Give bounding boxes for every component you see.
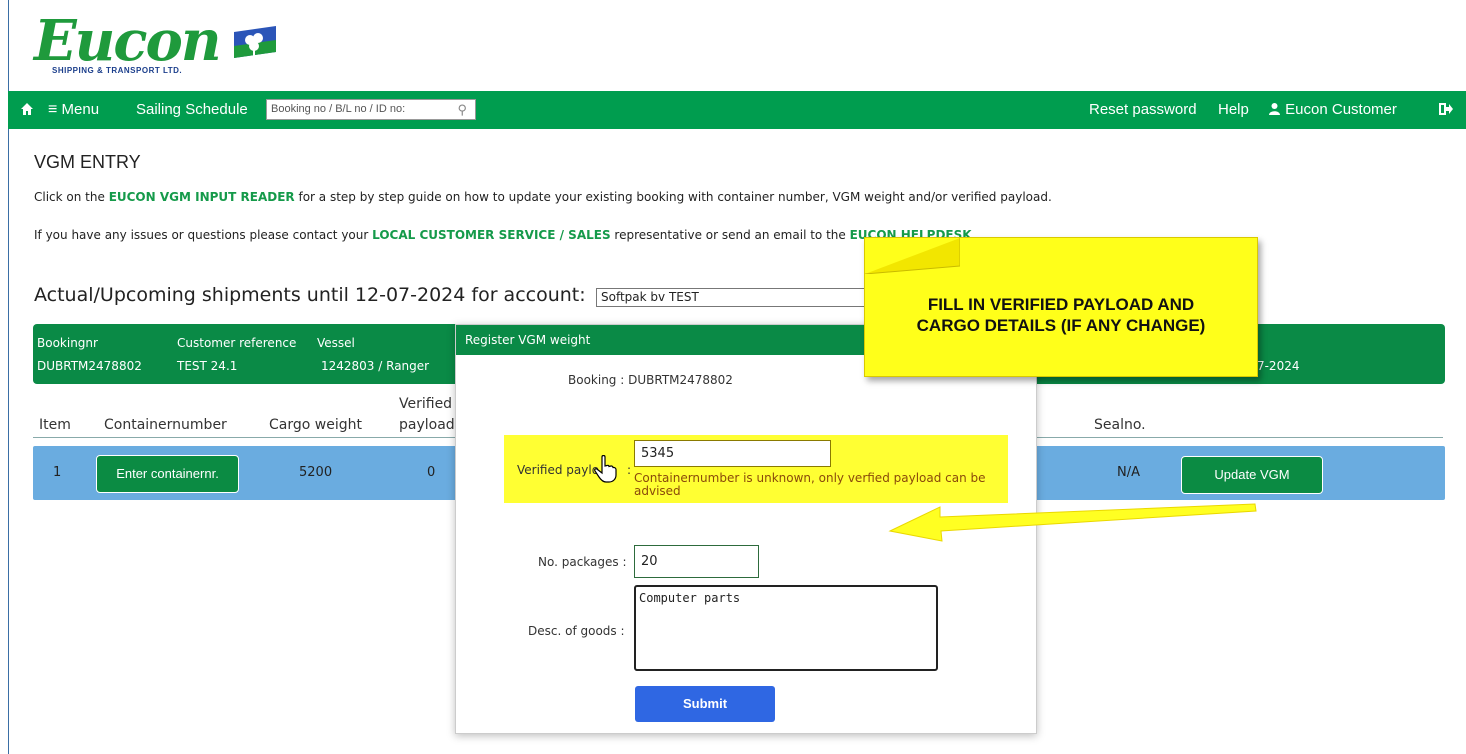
enter-containernr-button[interactable]: Enter containernr.	[96, 455, 239, 493]
shipments-title: Actual/Upcoming shipments until 12-07-20…	[34, 284, 586, 306]
nav-sailing-schedule[interactable]: Sailing Schedule	[136, 91, 248, 129]
row-sealno: N/A	[1117, 465, 1140, 480]
account-select[interactable]: Softpak bv TEST	[596, 288, 866, 307]
intro-text: representative or send an email to the	[610, 228, 850, 242]
booking-number: DUBRTM2478802	[37, 359, 142, 373]
nav-user[interactable]: Eucon Customer	[1268, 91, 1397, 129]
eucon-logo[interactable]: Eucon SHIPPING & TRANSPORT LTD.	[34, 8, 294, 80]
booking-header: Bookingnr	[37, 336, 98, 350]
verified-payload-colon: :	[627, 463, 632, 477]
shamrock-flag-icon	[234, 26, 276, 58]
verified-payload-label: Verified paylo	[517, 463, 600, 477]
col-verified-payload-2: payload	[399, 417, 455, 433]
annotation-line-1: FILL IN VERIFIED PAYLOAD AND	[927, 295, 1195, 314]
col-cargo-weight: Cargo weight	[269, 417, 362, 433]
user-name: Eucon Customer	[1285, 101, 1397, 118]
logo-tagline: SHIPPING & TRANSPORT LTD.	[52, 66, 183, 75]
nav-help[interactable]: Help	[1218, 91, 1249, 129]
intro-line-1: Click on the EUCON VGM INPUT READER for …	[34, 190, 1052, 204]
page-title: VGM ENTRY	[34, 152, 141, 172]
search-icon[interactable]: ⚲	[457, 100, 467, 119]
col-verified-payload-1: Verified	[399, 396, 453, 412]
intro-text: If you have any issues or questions plea…	[34, 228, 373, 242]
nav-reset-password[interactable]: Reset password	[1089, 91, 1197, 129]
packages-input[interactable]: 20	[634, 545, 759, 578]
desc-label: Desc. of goods :	[528, 624, 625, 638]
annotation-arrow	[888, 503, 1257, 542]
verified-payload-input[interactable]: 5345	[634, 440, 831, 467]
desc-of-goods-textarea[interactable]: Computer parts	[634, 585, 938, 671]
annotation-line-2: CARGO DETAILS (IF ANY CHANGE)	[916, 316, 1206, 335]
note-fold	[865, 238, 960, 274]
customer-reference: TEST 24.1	[177, 359, 238, 373]
col-sealno: Sealno.	[1094, 417, 1146, 433]
row-cargo-weight: 5200	[299, 465, 333, 480]
user-icon	[1269, 103, 1280, 115]
intro-text: for a step by step guide on how to updat…	[294, 190, 1052, 204]
annotation-text: FILL IN VERIFIED PAYLOAD AND CARGO DETAI…	[865, 294, 1257, 336]
reference-header: Customer reference	[177, 336, 297, 350]
menu-label: Menu	[61, 101, 100, 118]
home-icon[interactable]	[20, 91, 34, 129]
logout-icon[interactable]	[1439, 91, 1453, 129]
menu-button[interactable]: ≡ Menu	[48, 91, 99, 129]
modal-booking-label: Booking : DUBRTM2478802	[568, 373, 733, 387]
vessel-header: Vessel	[317, 336, 355, 350]
search-input[interactable]: Booking no / B/L no / ID no: ⚲	[266, 99, 476, 120]
logo-wordmark: Eucon	[34, 8, 222, 74]
col-containernumber: Containernumber	[104, 417, 227, 433]
update-vgm-button[interactable]: Update VGM	[1181, 456, 1323, 494]
annotation-note: FILL IN VERIFIED PAYLOAD AND CARGO DETAI…	[864, 237, 1258, 377]
hamburger-icon: ≡	[48, 101, 58, 118]
search-placeholder: Booking no / B/L no / ID no:	[271, 103, 406, 115]
row-verified-payload: 0	[427, 465, 436, 480]
top-navbar: ≡ Menu Sailing Schedule Booking no / B/L…	[8, 91, 1466, 129]
vgm-input-reader-link[interactable]: EUCON VGM INPUT READER	[109, 190, 295, 204]
intro-text: Click on the	[34, 190, 109, 204]
customer-service-link[interactable]: LOCAL CUSTOMER SERVICE / SALES	[372, 228, 610, 242]
col-item: Item	[39, 417, 71, 433]
packages-label: No. packages :	[538, 555, 627, 569]
submit-button[interactable]: Submit	[635, 686, 775, 722]
vessel-value: 1242803 / Ranger	[321, 359, 430, 373]
intro-line-2: If you have any issues or questions plea…	[34, 228, 972, 242]
hand-cursor-icon	[594, 455, 617, 483]
row-item: 1	[53, 465, 62, 480]
